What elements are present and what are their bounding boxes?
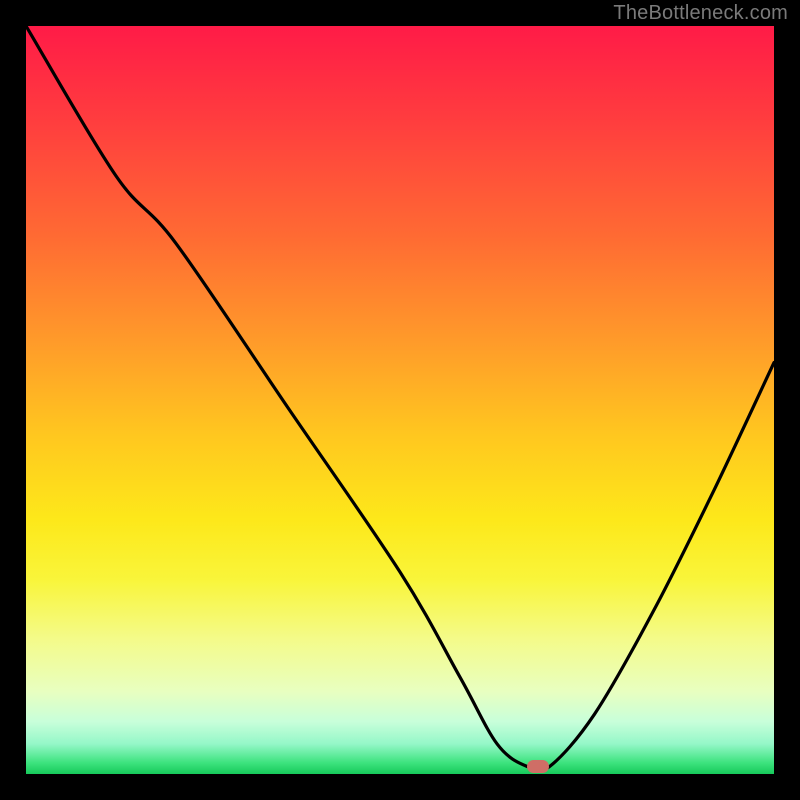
optimal-marker: [527, 760, 549, 773]
frame-border-left: [0, 0, 26, 800]
curve-svg: [26, 26, 774, 774]
plot-area: [26, 26, 774, 774]
frame-border-bottom: [0, 774, 800, 800]
bottleneck-curve-path: [26, 26, 774, 771]
watermark-text: TheBottleneck.com: [613, 2, 788, 25]
chart-stage: TheBottleneck.com: [0, 0, 800, 800]
frame-border-right: [774, 0, 800, 800]
